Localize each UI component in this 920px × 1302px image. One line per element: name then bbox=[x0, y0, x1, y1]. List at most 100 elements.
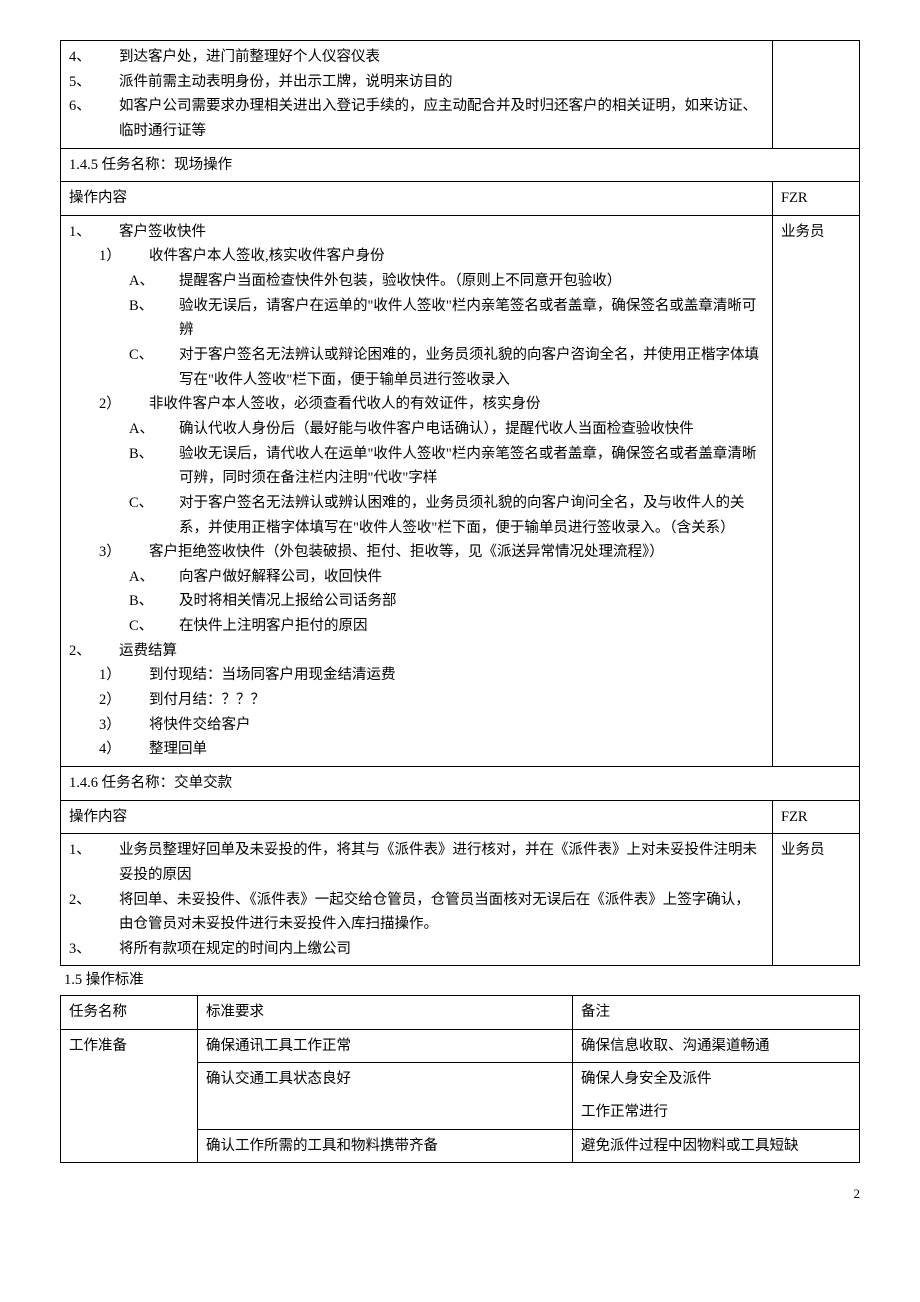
table-header-row: 操作内容 FZR bbox=[61, 182, 860, 216]
list-item: 1） 收件客户本人签收,核实收件客户身份 bbox=[69, 244, 764, 269]
item-number: A、 bbox=[129, 269, 179, 294]
section-title: 1.4.6 任务名称：交单交款 bbox=[61, 766, 860, 800]
list-item: C、 对于客户签名无法辨认或辨认困难的，业务员须礼貌的向客户询问全名，及与收件人… bbox=[69, 491, 764, 540]
list-item: 2、 将回单、未妥投件、《派件表》一起交给仓管员，仓管员当面核对无误后在《派件表… bbox=[69, 888, 764, 937]
item-text: 对于客户签名无法辨认或辨认困难的，业务员须礼貌的向客户询问全名，及与收件人的关系… bbox=[179, 491, 764, 540]
item-number: 4） bbox=[99, 737, 149, 762]
item-text: 非收件客户本人签收，必须查看代收人的有效证件，核实身份 bbox=[149, 392, 764, 417]
item-number: 1） bbox=[99, 663, 149, 688]
table-row: 1、 客户签收快件 1） 收件客户本人签收,核实收件客户身份 A、 提醒客户当面… bbox=[61, 215, 860, 766]
section-title: 1.4.5 任务名称：现场操作 bbox=[61, 148, 860, 182]
fzr-cell: 业务员 bbox=[773, 834, 860, 966]
remark-cell: 工作正常进行 bbox=[573, 1096, 860, 1129]
item-number: B、 bbox=[129, 294, 179, 343]
header-task-name: 任务名称 bbox=[61, 996, 198, 1030]
list-item: 6、 如客户公司需要求办理相关进出入登记手续的，应主动配合并及时归还客户的相关证… bbox=[69, 94, 764, 143]
item-number: 3） bbox=[99, 540, 149, 565]
list-item: 4、 到达客户处，进门前整理好个人仪容仪表 bbox=[69, 45, 764, 70]
item-number: 4、 bbox=[69, 45, 119, 70]
item-number: 1） bbox=[99, 244, 149, 269]
header-standard: 标准要求 bbox=[198, 996, 573, 1030]
item-number: 2、 bbox=[69, 888, 119, 937]
section-title-row: 1.4.6 任务名称：交单交款 bbox=[61, 766, 860, 800]
document-page: 4、 到达客户处，进门前整理好个人仪容仪表 5、 派件前需主动表明身份，并出示工… bbox=[60, 40, 860, 1205]
item-text: 派件前需主动表明身份，并出示工牌，说明来访目的 bbox=[119, 70, 764, 95]
item-text: 对于客户签名无法辨认或辩论困难的，业务员须礼貌的向客户咨询全名，并使用正楷字体填… bbox=[179, 343, 764, 392]
item-number: 1、 bbox=[69, 220, 119, 245]
item-text: 到达客户处，进门前整理好个人仪容仪表 bbox=[119, 45, 764, 70]
item-text: 客户签收快件 bbox=[119, 220, 764, 245]
table-header-row: 任务名称 标准要求 备注 bbox=[61, 996, 860, 1030]
list-item: C、 在快件上注明客户拒付的原因 bbox=[69, 614, 764, 639]
list-item: 1、 客户签收快件 bbox=[69, 220, 764, 245]
fzr-cell: 业务员 bbox=[773, 215, 860, 766]
list-item: 1） 到付现结：当场同客户用现金结清运费 bbox=[69, 663, 764, 688]
list-item: 2、 运费结算 bbox=[69, 639, 764, 664]
standard-cell: 确保通讯工具工作正常 bbox=[198, 1029, 573, 1063]
header-fzr: FZR bbox=[773, 182, 860, 216]
item-text: 运费结算 bbox=[119, 639, 764, 664]
item-text: 及时将相关情况上报给公司话务部 bbox=[179, 589, 764, 614]
header-op-content: 操作内容 bbox=[61, 182, 773, 216]
item-text: 将所有款项在规定的时间内上缴公司 bbox=[119, 937, 764, 962]
item-number: C、 bbox=[129, 491, 179, 540]
standard-cell: 确认交通工具状态良好 bbox=[198, 1063, 573, 1129]
section-15-title: 1.5 操作标准 bbox=[60, 966, 860, 995]
remark-cell: 确保信息收取、沟通渠道畅通 bbox=[573, 1029, 860, 1063]
item-number: 2） bbox=[99, 392, 149, 417]
list-item: A、 提醒客户当面检查快件外包装，验收快件。（原则上不同意开包验收） bbox=[69, 269, 764, 294]
header-op-content: 操作内容 bbox=[61, 800, 773, 834]
operations-table: 4、 到达客户处，进门前整理好个人仪容仪表 5、 派件前需主动表明身份，并出示工… bbox=[60, 40, 860, 966]
list-item: 4） 整理回单 bbox=[69, 737, 764, 762]
list-item: 5、 派件前需主动表明身份，并出示工牌，说明来访目的 bbox=[69, 70, 764, 95]
remark-cell: 避免派件过程中因物料或工具短缺 bbox=[573, 1129, 860, 1163]
item-number: 3、 bbox=[69, 937, 119, 962]
list-item: A、 向客户做好解释公司，收回快件 bbox=[69, 565, 764, 590]
list-item: 3） 客户拒绝签收快件（外包装破损、拒付、拒收等，见《派送异常情况处理流程》） bbox=[69, 540, 764, 565]
section-title-row: 1.4.5 任务名称：现场操作 bbox=[61, 148, 860, 182]
item-number: B、 bbox=[129, 442, 179, 491]
item-number: 1、 bbox=[69, 838, 119, 887]
list-item: 3） 将快件交给客户 bbox=[69, 713, 764, 738]
item-text: 验收无误后，请客户在运单的"收件人签收"栏内亲笔签名或者盖章，确保签名或盖章清晰… bbox=[179, 294, 764, 343]
table-row: 4、 到达客户处，进门前整理好个人仪容仪表 5、 派件前需主动表明身份，并出示工… bbox=[61, 41, 860, 149]
list-item: 2） 非收件客户本人签收，必须查看代收人的有效证件，核实身份 bbox=[69, 392, 764, 417]
item-text: 到付月结：？？？ bbox=[149, 688, 764, 713]
list-item: A、 确认代收人身份后（最好能与收件客户电话确认），提醒代收人当面检查验收快件 bbox=[69, 417, 764, 442]
fzr-cell bbox=[773, 41, 860, 149]
page-number: 2 bbox=[60, 1183, 860, 1205]
item-text: 将快件交给客户 bbox=[149, 713, 764, 738]
table-header-row: 操作内容 FZR bbox=[61, 800, 860, 834]
item-number: A、 bbox=[129, 565, 179, 590]
standard-cell: 确认工作所需的工具和物料携带齐备 bbox=[198, 1129, 573, 1163]
header-fzr: FZR bbox=[773, 800, 860, 834]
list-item: 3、 将所有款项在规定的时间内上缴公司 bbox=[69, 937, 764, 962]
remark-cell: 确保人身安全及派件 bbox=[573, 1063, 860, 1096]
item-text: 如客户公司需要求办理相关进出入登记手续的，应主动配合并及时归还客户的相关证明，如… bbox=[119, 94, 764, 143]
list-item: B、 验收无误后，请代收人在运单"收件人签收"栏内亲笔签名或者盖章，确保签名或者… bbox=[69, 442, 764, 491]
item-number: A、 bbox=[129, 417, 179, 442]
item-number: 5、 bbox=[69, 70, 119, 95]
list-item: 2） 到付月结：？？？ bbox=[69, 688, 764, 713]
list-item: B、 及时将相关情况上报给公司话务部 bbox=[69, 589, 764, 614]
table-row: 1、 业务员整理好回单及未妥投的件，将其与《派件表》进行核对，并在《派件表》上对… bbox=[61, 834, 860, 966]
item-text: 验收无误后，请代收人在运单"收件人签收"栏内亲笔签名或者盖章，确保签名或者盖章清… bbox=[179, 442, 764, 491]
item-text: 客户拒绝签收快件（外包装破损、拒付、拒收等，见《派送异常情况处理流程》） bbox=[149, 540, 764, 565]
item-text: 业务员整理好回单及未妥投的件，将其与《派件表》进行核对，并在《派件表》上对未妥投… bbox=[119, 838, 764, 887]
item-number: 2） bbox=[99, 688, 149, 713]
item-text: 将回单、未妥投件、《派件表》一起交给仓管员，仓管员当面核对无误后在《派件表》上签… bbox=[119, 888, 764, 937]
item-number: B、 bbox=[129, 589, 179, 614]
table-row: 工作准备 确保通讯工具工作正常 确保信息收取、沟通渠道畅通 bbox=[61, 1029, 860, 1063]
item-text: 整理回单 bbox=[149, 737, 764, 762]
header-remark: 备注 bbox=[573, 996, 860, 1030]
task-name-cell: 工作准备 bbox=[61, 1029, 198, 1163]
standards-table: 任务名称 标准要求 备注 工作准备 确保通讯工具工作正常 确保信息收取、沟通渠道… bbox=[60, 995, 860, 1163]
item-text: 确认代收人身份后（最好能与收件客户电话确认），提醒代收人当面检查验收快件 bbox=[179, 417, 764, 442]
item-text: 收件客户本人签收,核实收件客户身份 bbox=[149, 244, 764, 269]
list-item: 1、 业务员整理好回单及未妥投的件，将其与《派件表》进行核对，并在《派件表》上对… bbox=[69, 838, 764, 887]
list-item: C、 对于客户签名无法辨认或辩论困难的，业务员须礼貌的向客户咨询全名，并使用正楷… bbox=[69, 343, 764, 392]
item-number: C、 bbox=[129, 343, 179, 392]
list-item: B、 验收无误后，请客户在运单的"收件人签收"栏内亲笔签名或者盖章，确保签名或盖… bbox=[69, 294, 764, 343]
item-text: 到付现结：当场同客户用现金结清运费 bbox=[149, 663, 764, 688]
item-number: 3） bbox=[99, 713, 149, 738]
